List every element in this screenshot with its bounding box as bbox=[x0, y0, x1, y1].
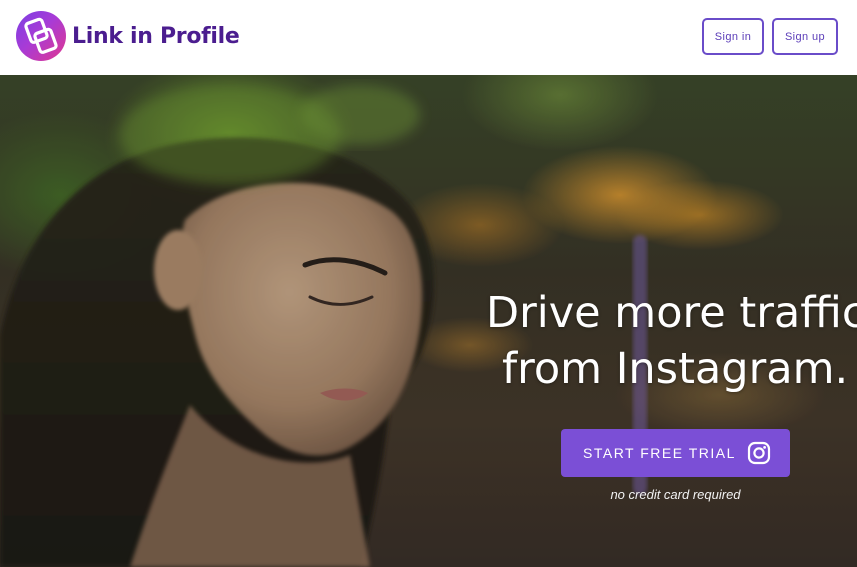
brand-logo[interactable]: Link in Profile bbox=[16, 11, 240, 61]
hero-headline-line2: from Instagram. bbox=[502, 344, 849, 394]
linked-squares-icon bbox=[16, 11, 66, 61]
hero-section: Drive more traffic from Instagram. START… bbox=[0, 75, 857, 567]
sign-up-button[interactable]: Sign up bbox=[772, 18, 838, 55]
start-free-trial-button[interactable]: START FREE TRIAL bbox=[561, 429, 790, 477]
brand-name: Link in Profile bbox=[72, 23, 240, 49]
hero-headline: Drive more traffic from Instagram. bbox=[486, 285, 857, 397]
sign-in-button[interactable]: Sign in bbox=[702, 18, 764, 55]
instagram-icon bbox=[747, 441, 771, 469]
cta-label: START FREE TRIAL bbox=[583, 445, 736, 461]
site-header: Link in Profile Sign in Sign up bbox=[0, 0, 857, 75]
no-credit-card-note: no credit card required bbox=[610, 487, 741, 502]
hero-headline-line1: Drive more traffic bbox=[486, 288, 857, 338]
